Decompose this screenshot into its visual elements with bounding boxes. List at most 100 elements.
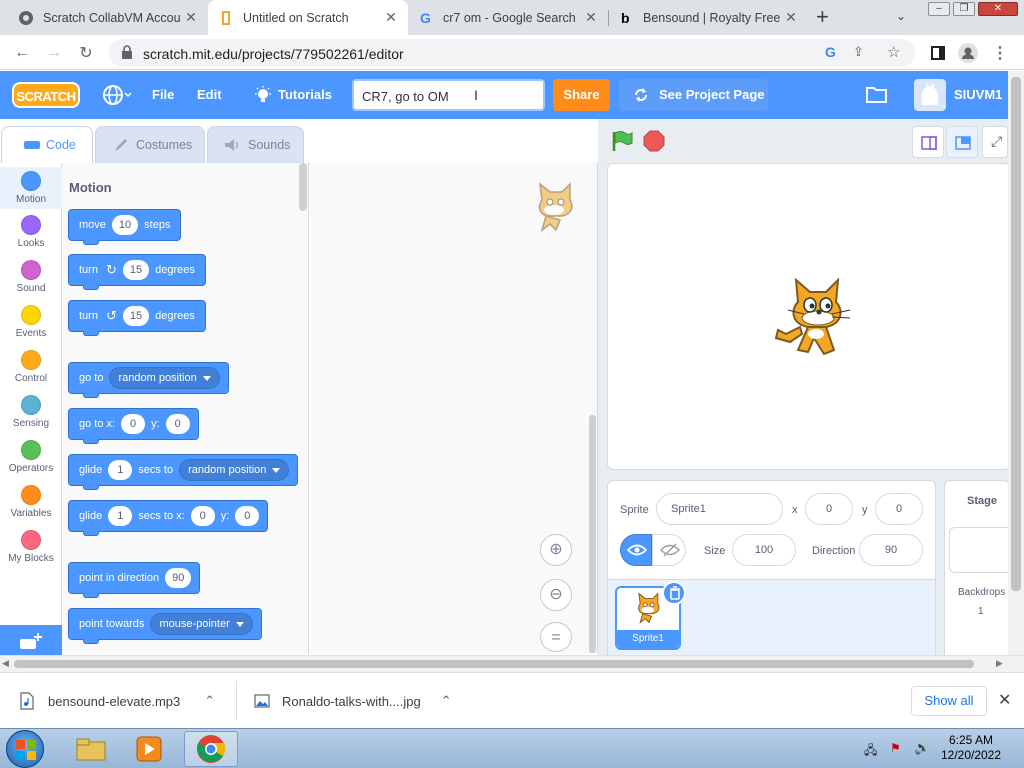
file-explorer-taskbar-button[interactable] xyxy=(64,731,118,767)
scroll-left-icon[interactable]: ◀ xyxy=(2,658,9,669)
horizontal-scroll-thumb[interactable] xyxy=(14,660,974,668)
close-window-icon[interactable]: ✕ xyxy=(978,2,1018,16)
download-item[interactable]: Ronaldo-talks-with....jpg ⌃ xyxy=(254,687,452,715)
scratch-logo[interactable]: SCRATCH xyxy=(12,82,80,108)
file-menu[interactable]: File xyxy=(152,87,174,102)
bookmark-star-icon[interactable]: ☆ xyxy=(887,43,900,61)
stop-sign-icon[interactable] xyxy=(643,130,665,152)
side-panel-icon[interactable] xyxy=(926,41,950,65)
project-title-input[interactable]: CR7, go to OM I xyxy=(352,79,545,111)
degrees-input[interactable]: 15 xyxy=(122,306,150,326)
y-position-input[interactable]: 0 xyxy=(875,493,923,525)
tab-code[interactable]: Code xyxy=(1,126,93,163)
category-looks[interactable]: Looks xyxy=(0,215,62,249)
user-avatar[interactable] xyxy=(914,79,946,111)
tutorials-lightbulb-icon[interactable] xyxy=(254,86,272,104)
username[interactable]: SIUVM1 xyxy=(954,87,1002,102)
lock-icon[interactable] xyxy=(121,45,133,59)
tab-search-chevron-icon[interactable]: ⌄ xyxy=(896,9,906,23)
back-arrow-icon[interactable]: ← xyxy=(10,41,34,65)
reload-icon[interactable]: ↻ xyxy=(74,41,98,65)
new-tab-icon[interactable]: + xyxy=(816,6,838,28)
category-control[interactable]: Control xyxy=(0,350,62,384)
share-button[interactable]: Share xyxy=(553,79,610,111)
download-item[interactable]: bensound-elevate.mp3 ⌃ xyxy=(20,687,215,715)
forward-arrow-icon[interactable]: → xyxy=(42,41,66,65)
block-turn-left[interactable]: turn ↺ 15 degrees xyxy=(68,300,206,336)
y-input[interactable]: 0 xyxy=(235,506,260,526)
share-page-icon[interactable]: ⇪ xyxy=(853,44,864,60)
category-motion[interactable]: Motion xyxy=(0,167,62,209)
chrome-taskbar-button[interactable] xyxy=(184,731,238,767)
see-project-page-button[interactable]: See Project Page xyxy=(619,79,768,111)
show-all-downloads-button[interactable]: Show all xyxy=(911,686,987,716)
small-stage-button[interactable] xyxy=(912,126,944,158)
download-chevron-up-icon[interactable]: ⌃ xyxy=(204,693,215,709)
palette-scrollbar[interactable] xyxy=(299,163,307,211)
x-input[interactable]: 0 xyxy=(190,506,215,526)
url-text[interactable]: scratch.mit.edu/projects/779502261/edito… xyxy=(143,46,404,62)
category-variables[interactable]: Variables xyxy=(0,485,62,519)
green-flag-icon[interactable] xyxy=(611,130,633,152)
steps-input[interactable]: 10 xyxy=(111,215,139,235)
scroll-right-icon[interactable]: ▶ xyxy=(996,658,1003,669)
block-point-in-direction[interactable]: point in direction 90 xyxy=(68,562,201,598)
stage-canvas[interactable] xyxy=(607,163,1011,470)
stage-selector[interactable]: Stage Backdrops 1 xyxy=(944,480,1011,656)
goto-target-dropdown[interactable]: random position xyxy=(109,367,220,389)
category-events[interactable]: Events xyxy=(0,305,62,339)
page-vertical-scrollbar[interactable] xyxy=(1008,71,1024,655)
fullscreen-button[interactable]: ⤢ xyxy=(982,126,1008,158)
degrees-input[interactable]: 15 xyxy=(122,260,150,280)
language-globe-icon[interactable] xyxy=(102,84,132,106)
tab-sounds[interactable]: Sounds xyxy=(207,126,304,163)
download-chevron-up-icon[interactable]: ⌃ xyxy=(441,693,452,709)
start-button[interactable] xyxy=(6,730,44,768)
restore-icon[interactable]: ❐ xyxy=(953,2,975,16)
vertical-scroll-thumb[interactable] xyxy=(1011,77,1021,591)
y-input[interactable]: 0 xyxy=(165,414,190,434)
close-tab-icon[interactable]: ✕ xyxy=(584,9,598,26)
block-move-steps[interactable]: move 10 steps xyxy=(68,209,182,245)
my-stuff-folder-icon[interactable] xyxy=(866,85,888,103)
block-glide-to[interactable]: glide 1 secs to random position xyxy=(68,454,299,490)
browser-tab-active[interactable]: Untitled on Scratch ✕ xyxy=(208,0,408,35)
close-downloads-icon[interactable]: ✕ xyxy=(998,690,1011,710)
secs-input[interactable]: 1 xyxy=(108,506,133,526)
system-clock[interactable]: 6:25 AM 12/20/2022 xyxy=(936,733,1006,763)
volume-tray-icon[interactable]: 🔊 xyxy=(914,740,930,756)
category-operators[interactable]: Operators xyxy=(0,440,62,474)
minimize-icon[interactable]: – xyxy=(928,2,950,16)
close-tab-icon[interactable]: ✕ xyxy=(784,9,798,26)
secs-input[interactable]: 1 xyxy=(108,460,133,480)
add-extension-button[interactable] xyxy=(0,625,62,655)
x-input[interactable]: 0 xyxy=(121,414,146,434)
tutorials-menu[interactable]: Tutorials xyxy=(278,87,332,102)
zoom-in-button[interactable]: ⊕ xyxy=(540,534,572,566)
script-area-scrollbar[interactable] xyxy=(589,415,596,653)
tab-costumes[interactable]: Costumes xyxy=(95,126,205,163)
delete-sprite-button[interactable] xyxy=(662,581,686,605)
browser-tab[interactable]: G cr7 om - Google Search ✕ xyxy=(408,0,608,35)
flag-tray-icon[interactable]: ⚑ xyxy=(890,741,901,755)
show-sprite-button[interactable] xyxy=(620,534,652,566)
stage-thumbnail[interactable] xyxy=(949,527,1011,573)
category-sensing[interactable]: Sensing xyxy=(0,395,62,429)
block-glide-to-xy[interactable]: glide 1 secs to x: 0 y: 0 xyxy=(68,500,269,536)
block-go-to[interactable]: go to random position xyxy=(68,362,229,398)
sprite-cat-on-stage[interactable] xyxy=(768,272,854,362)
size-input[interactable]: 100 xyxy=(732,534,796,566)
page-horizontal-scrollbar[interactable]: ◀ ▶ xyxy=(0,655,1024,672)
normal-stage-button[interactable] xyxy=(946,126,978,158)
sprite-name-input[interactable]: Sprite1 xyxy=(656,493,783,525)
point-towards-dropdown[interactable]: mouse-pointer xyxy=(150,613,253,635)
media-player-taskbar-button[interactable] xyxy=(122,731,176,767)
more-menu-icon[interactable]: ⋮ xyxy=(988,41,1012,65)
zoom-reset-button[interactable]: = xyxy=(540,622,572,652)
address-bar[interactable]: scratch.mit.edu/projects/779502261/edito… xyxy=(109,39,915,67)
google-lens-icon[interactable]: G xyxy=(825,44,836,60)
block-point-towards[interactable]: point towards mouse-pointer xyxy=(68,608,262,644)
close-tab-icon[interactable]: ✕ xyxy=(184,9,198,26)
direction-input[interactable]: 90 xyxy=(859,534,923,566)
category-sound[interactable]: Sound xyxy=(0,260,62,294)
